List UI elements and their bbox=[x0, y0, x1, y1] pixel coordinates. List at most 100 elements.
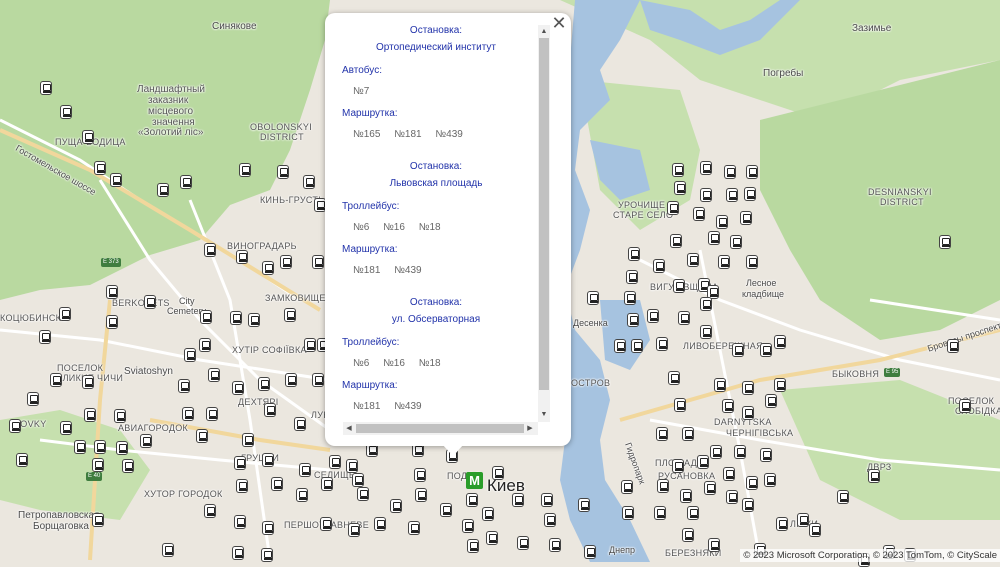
bus-stop-icon[interactable] bbox=[262, 453, 274, 467]
bus-stop-icon[interactable] bbox=[697, 455, 709, 469]
bus-stop-icon[interactable] bbox=[180, 175, 192, 189]
route-link[interactable]: №439 bbox=[394, 400, 421, 414]
bus-stop-icon[interactable] bbox=[730, 235, 742, 249]
bus-stop-icon[interactable] bbox=[374, 517, 386, 531]
bus-stop-icon[interactable] bbox=[700, 297, 712, 311]
bus-stop-icon[interactable] bbox=[242, 433, 254, 447]
bus-stop-icon[interactable] bbox=[230, 311, 242, 325]
bus-stop-icon[interactable] bbox=[667, 201, 679, 215]
bus-stop-icon[interactable] bbox=[248, 313, 260, 327]
bus-stop-icon[interactable] bbox=[744, 187, 756, 201]
route-link[interactable]: №181 bbox=[394, 128, 421, 142]
bus-stop-icon[interactable] bbox=[82, 130, 94, 144]
bus-stop-icon[interactable] bbox=[60, 421, 72, 435]
bus-stop-icon[interactable] bbox=[262, 521, 274, 535]
bus-stop-icon[interactable] bbox=[184, 348, 196, 362]
bus-stop-icon[interactable] bbox=[578, 498, 590, 512]
horizontal-scrollbar-thumb[interactable] bbox=[356, 424, 524, 433]
bus-stop-icon[interactable] bbox=[716, 215, 728, 229]
bus-stop-icon[interactable] bbox=[178, 379, 190, 393]
bus-stop-icon[interactable] bbox=[92, 458, 104, 472]
bus-stop-icon[interactable] bbox=[466, 493, 478, 507]
bus-stop-icon[interactable] bbox=[236, 250, 248, 264]
bus-stop-icon[interactable] bbox=[303, 175, 315, 189]
bus-stop-icon[interactable] bbox=[742, 381, 754, 395]
bus-stop-icon[interactable] bbox=[959, 399, 971, 413]
bus-stop-icon[interactable] bbox=[264, 403, 276, 417]
bus-stop-icon[interactable] bbox=[724, 165, 736, 179]
bus-stop-icon[interactable] bbox=[939, 235, 951, 249]
bus-stop-icon[interactable] bbox=[746, 255, 758, 269]
bus-stop-icon[interactable] bbox=[285, 373, 297, 387]
bus-stop-icon[interactable] bbox=[261, 548, 273, 562]
bus-stop-icon[interactable] bbox=[27, 392, 39, 406]
bus-stop-icon[interactable] bbox=[329, 455, 341, 469]
bus-stop-icon[interactable] bbox=[544, 513, 556, 527]
bus-stop-icon[interactable] bbox=[687, 253, 699, 267]
bus-stop-icon[interactable] bbox=[512, 493, 524, 507]
bus-stop-icon[interactable] bbox=[162, 543, 174, 557]
close-icon[interactable]: ✕ bbox=[550, 14, 568, 32]
bus-stop-icon[interactable] bbox=[693, 207, 705, 221]
bus-stop-icon[interactable] bbox=[486, 531, 498, 545]
bus-stop-icon[interactable] bbox=[672, 459, 684, 473]
bus-stop-icon[interactable] bbox=[106, 285, 118, 299]
bus-stop-icon[interactable] bbox=[122, 459, 134, 473]
bus-stop-icon[interactable] bbox=[234, 515, 246, 529]
bus-stop-icon[interactable] bbox=[653, 259, 665, 273]
bus-stop-icon[interactable] bbox=[718, 255, 730, 269]
bus-stop-icon[interactable] bbox=[631, 339, 643, 353]
stop-name[interactable]: Ортопедический институт bbox=[335, 39, 537, 56]
bus-stop-icon[interactable] bbox=[621, 480, 633, 494]
bus-stop-icon[interactable] bbox=[258, 377, 270, 391]
bus-stop-icon[interactable] bbox=[92, 513, 104, 527]
bus-stop-icon[interactable] bbox=[682, 427, 694, 441]
bus-stop-icon[interactable] bbox=[656, 337, 668, 351]
bus-stop-icon[interactable] bbox=[84, 408, 96, 422]
bus-stop-icon[interactable] bbox=[39, 330, 51, 344]
bus-stop-icon[interactable] bbox=[647, 309, 659, 323]
bus-stop-icon[interactable] bbox=[672, 163, 684, 177]
bus-stop-icon[interactable] bbox=[674, 398, 686, 412]
bus-stop-icon[interactable] bbox=[680, 489, 692, 503]
bus-stop-icon[interactable] bbox=[320, 517, 332, 531]
bus-stop-icon[interactable] bbox=[656, 427, 668, 441]
route-link[interactable]: №439 bbox=[394, 264, 421, 278]
scroll-down-arrow-icon[interactable]: ▼ bbox=[538, 410, 550, 419]
bus-stop-icon[interactable] bbox=[673, 279, 685, 293]
bus-stop-icon[interactable] bbox=[708, 538, 720, 552]
bus-stop-icon[interactable] bbox=[674, 181, 686, 195]
bus-stop-icon[interactable] bbox=[614, 339, 626, 353]
bus-stop-icon[interactable] bbox=[687, 506, 699, 520]
bus-stop-icon[interactable] bbox=[704, 481, 716, 495]
bus-stop-icon[interactable] bbox=[82, 375, 94, 389]
bus-stop-icon[interactable] bbox=[236, 479, 248, 493]
bus-stop-icon[interactable] bbox=[462, 519, 474, 533]
route-link[interactable]: №18 bbox=[419, 357, 441, 371]
bus-stop-icon[interactable] bbox=[415, 488, 427, 502]
bus-stop-icon[interactable] bbox=[492, 466, 504, 480]
bus-stop-icon[interactable] bbox=[277, 165, 289, 179]
bus-stop-icon[interactable] bbox=[294, 417, 306, 431]
scroll-left-arrow-icon[interactable]: ◀ bbox=[343, 424, 355, 433]
bus-stop-icon[interactable] bbox=[182, 407, 194, 421]
bus-stop-icon[interactable] bbox=[714, 378, 726, 392]
metro-icon[interactable]: M bbox=[466, 472, 483, 489]
bus-stop-icon[interactable] bbox=[94, 440, 106, 454]
stop-name[interactable]: Львовская площадь bbox=[335, 175, 537, 192]
route-link[interactable]: №18 bbox=[419, 221, 441, 235]
bus-stop-icon[interactable] bbox=[74, 440, 86, 454]
route-link[interactable]: №181 bbox=[353, 400, 380, 414]
bus-stop-icon[interactable] bbox=[299, 463, 311, 477]
bus-stop-icon[interactable] bbox=[622, 506, 634, 520]
route-link[interactable]: №181 bbox=[353, 264, 380, 278]
bus-stop-icon[interactable] bbox=[232, 546, 244, 560]
bus-stop-icon[interactable] bbox=[208, 368, 220, 382]
stop-name[interactable]: ул. Обсерваторная bbox=[335, 311, 537, 328]
route-link[interactable]: №16 bbox=[383, 357, 405, 371]
bus-stop-icon[interactable] bbox=[200, 310, 212, 324]
bus-stop-icon[interactable] bbox=[296, 488, 308, 502]
bus-stop-icon[interactable] bbox=[746, 165, 758, 179]
bus-stop-icon[interactable] bbox=[708, 231, 720, 245]
bus-stop-icon[interactable] bbox=[271, 477, 283, 491]
